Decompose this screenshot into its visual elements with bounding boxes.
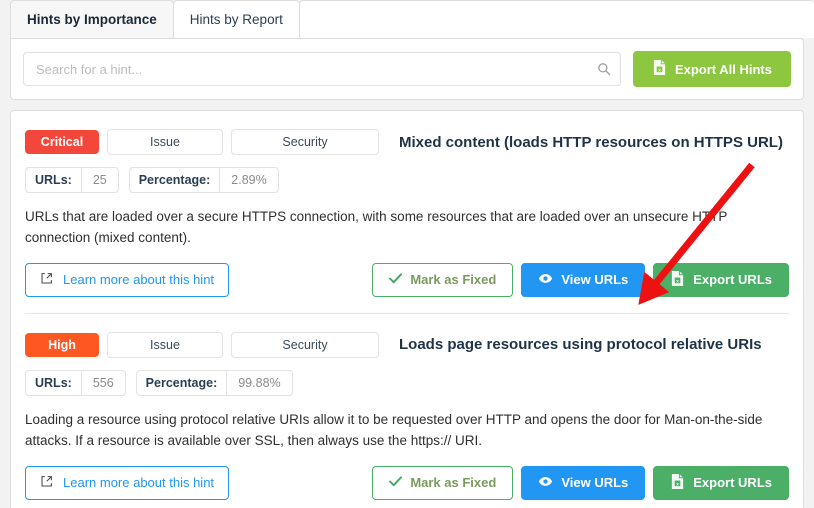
tab-bar: Hints by Importance Hints by Report	[0, 0, 814, 38]
mark-as-fixed-label: Mark as Fixed	[410, 272, 497, 288]
view-urls-button[interactable]: View URLs	[521, 465, 646, 500]
learn-more-label: Learn more about this hint	[63, 475, 215, 491]
spreadsheet-file-icon: x	[670, 270, 685, 290]
urls-stat-label: URLs:	[35, 375, 72, 390]
search-input[interactable]	[23, 52, 621, 86]
mark-as-fixed-label: Mark as Fixed	[410, 475, 497, 491]
eye-icon	[538, 272, 553, 287]
svg-text:x: x	[676, 481, 679, 486]
svg-text:x: x	[676, 278, 679, 283]
export-all-hints-label: Export All Hints	[674, 61, 772, 77]
tab-hints-by-importance[interactable]: Hints by Importance	[10, 0, 174, 38]
hint-card: Critical Issue Security Mixed content (l…	[25, 111, 789, 313]
hint-actions: Learn more about this hint Mark as Fixed	[25, 465, 789, 500]
urls-stat-value: 25	[80, 168, 118, 192]
percentage-stat-value: 2.89%	[219, 168, 277, 192]
hint-stats: URLs: 556 Percentage: 99.88%	[25, 369, 789, 396]
check-icon	[389, 272, 403, 287]
mark-as-fixed-button[interactable]: Mark as Fixed	[372, 465, 514, 500]
urls-stat: URLs: 556	[25, 369, 126, 396]
urls-stat: URLs: 25	[25, 167, 119, 193]
hints-list-panel: Critical Issue Security Mixed content (l…	[10, 110, 804, 508]
export-urls-label: Export URLs	[693, 272, 772, 288]
external-link-icon	[40, 272, 53, 288]
hint-actions-right: Mark as Fixed View URLs x Export URLs	[372, 262, 789, 297]
learn-more-label: Learn more about this hint	[63, 272, 215, 288]
hint-category-tag: Security	[231, 129, 379, 155]
hint-description: URLs that are loaded over a secure HTTPS…	[25, 209, 728, 245]
tab-label: Hints by Report	[189, 12, 283, 27]
percentage-stat: Percentage: 99.88%	[135, 369, 293, 396]
percentage-stat-label: Percentage:	[145, 375, 218, 390]
hint-type-tag: Issue	[107, 331, 223, 358]
urls-stat-label: URLs:	[35, 173, 72, 187]
learn-more-button[interactable]: Learn more about this hint	[25, 465, 230, 500]
hints-page: Hints by Importance Hints by Report Sear…	[0, 0, 814, 508]
hint-description: Loading a resource using protocol relati…	[25, 411, 763, 448]
export-urls-button[interactable]: x Export URLs	[653, 262, 789, 297]
export-urls-button[interactable]: x Export URLs	[653, 465, 789, 500]
hint-actions-right: Mark as Fixed View URLs x Export URLs	[372, 465, 789, 500]
percentage-stat: Percentage: 2.89%	[128, 167, 279, 193]
hint-actions: Learn more about this hint Mark as Fixed	[25, 262, 789, 297]
check-icon	[389, 475, 403, 490]
hint-header: Critical Issue Security Mixed content (l…	[25, 129, 789, 155]
hint-title: Mixed content (loads HTTP resources on H…	[399, 133, 783, 151]
tab-label: Hints by Importance	[27, 12, 157, 27]
view-urls-label: View URLs	[561, 272, 629, 288]
hint-type-tag: Issue	[107, 129, 223, 155]
percentage-stat-label: Percentage:	[138, 173, 211, 187]
hint-title: Loads page resources using protocol rela…	[399, 336, 762, 354]
svg-text:x: x	[658, 67, 661, 72]
spreadsheet-file-icon: x	[670, 473, 685, 493]
hint-card: High Issue Security Loads page resources…	[25, 312, 789, 508]
tab-bar-filler	[298, 0, 814, 38]
mark-as-fixed-button[interactable]: Mark as Fixed	[372, 262, 514, 297]
export-urls-label: Export URLs	[693, 475, 772, 491]
spreadsheet-file-icon: x	[652, 59, 667, 79]
urls-stat-value: 556	[80, 370, 125, 395]
hint-category-tag: Security	[231, 331, 379, 358]
hint-header: High Issue Security Loads page resources…	[25, 331, 789, 358]
search-panel: x Export All Hints	[10, 38, 804, 100]
severity-badge: Critical	[25, 130, 99, 154]
eye-icon	[538, 475, 553, 490]
view-urls-label: View URLs	[561, 475, 629, 491]
severity-badge: High	[25, 332, 99, 357]
view-urls-button[interactable]: View URLs	[521, 262, 646, 297]
tab-hints-by-report[interactable]: Hints by Report	[172, 0, 300, 38]
export-all-hints-button[interactable]: x Export All Hints	[632, 51, 791, 87]
search-field-wrapper	[23, 52, 621, 86]
percentage-stat-value: 99.88%	[226, 370, 291, 395]
external-link-icon	[40, 475, 53, 491]
learn-more-button[interactable]: Learn more about this hint	[25, 262, 230, 297]
hint-stats: URLs: 25 Percentage: 2.89%	[25, 167, 789, 193]
